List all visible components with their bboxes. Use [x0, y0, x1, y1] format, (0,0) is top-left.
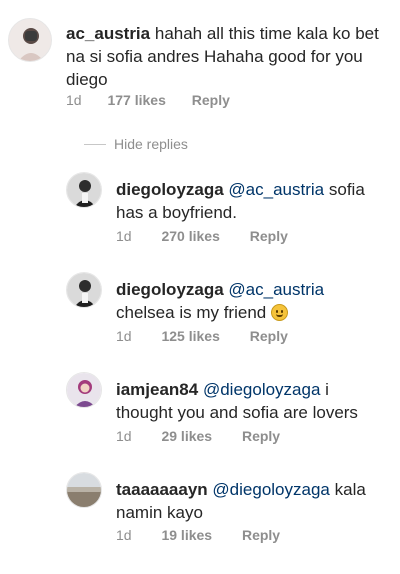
comment-text: chelsea is my friend: [116, 303, 267, 322]
comment-time: 1d: [116, 428, 132, 444]
hide-replies-line: [84, 143, 106, 145]
reply-button[interactable]: Reply: [250, 228, 288, 244]
comment-time: 1d: [116, 228, 132, 244]
comment-username[interactable]: taaaaaaayn: [116, 480, 208, 499]
avatar[interactable]: [8, 18, 52, 62]
likes-count[interactable]: 125 likes: [161, 328, 219, 344]
comment-username[interactable]: diegoloyzaga: [116, 180, 224, 199]
avatar[interactable]: [66, 472, 102, 508]
comment-time: 1d: [116, 328, 132, 344]
likes-count[interactable]: 270 likes: [161, 228, 219, 244]
hide-replies-button[interactable]: Hide replies: [84, 134, 188, 154]
reply-button[interactable]: Reply: [250, 328, 288, 344]
reply-button[interactable]: Reply: [242, 428, 280, 444]
comment-mention[interactable]: @diegoloyzaga: [212, 480, 329, 499]
comment-time: 1d: [116, 527, 132, 543]
reply-button[interactable]: Reply: [242, 527, 280, 543]
likes-count[interactable]: 177 likes: [107, 92, 165, 108]
comment-username[interactable]: ac_austria: [66, 24, 150, 43]
avatar[interactable]: [66, 372, 102, 408]
reply-button[interactable]: Reply: [192, 92, 230, 108]
comment-username[interactable]: iamjean84: [116, 380, 198, 399]
avatar[interactable]: [66, 272, 102, 308]
comment-username[interactable]: diegoloyzaga: [116, 280, 224, 299]
comment-mention[interactable]: @ac_austria: [228, 280, 324, 299]
hide-replies-label: Hide replies: [114, 136, 188, 152]
likes-count[interactable]: 29 likes: [161, 428, 212, 444]
comment-time: 1d: [66, 92, 82, 108]
likes-count[interactable]: 19 likes: [161, 527, 212, 543]
comment-mention[interactable]: @diegoloyzaga: [203, 380, 320, 399]
comment-mention[interactable]: @ac_austria: [228, 180, 324, 199]
avatar[interactable]: [66, 172, 102, 208]
slightly-smiling-face-emoji-icon: [270, 304, 288, 321]
